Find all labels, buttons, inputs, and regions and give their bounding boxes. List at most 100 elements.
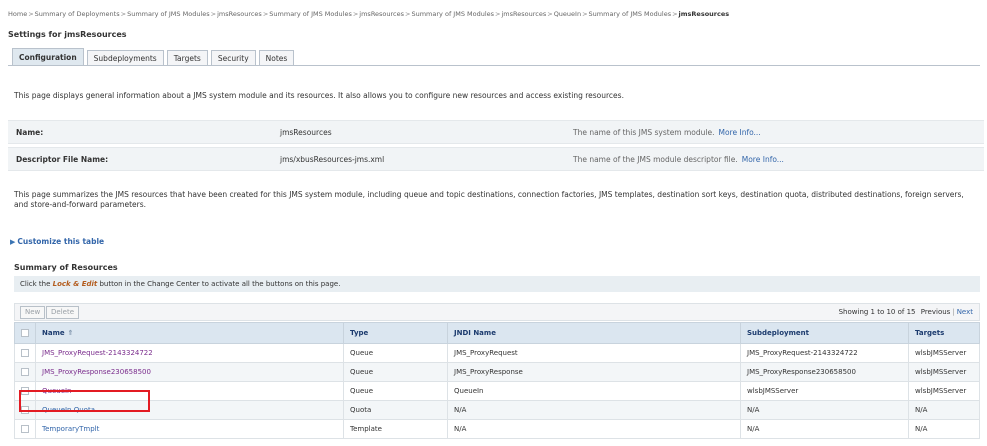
- lock-notice-after: button in the Change Center to activate …: [99, 280, 341, 288]
- row-name-cell: JMS_ProxyResponse230658500: [35, 362, 344, 382]
- customize-table-link[interactable]: ▶ Customize this table: [10, 237, 104, 246]
- resource-name-link[interactable]: TemporaryTmplt: [42, 425, 99, 433]
- descriptor-help-text: The name of the JMS module descriptor fi…: [573, 155, 738, 164]
- resource-name-link[interactable]: JMS_ProxyResponse230658500: [42, 368, 151, 376]
- descriptor-help: The name of the JMS module descriptor fi…: [573, 155, 784, 164]
- paging-status: Showing 1 to 10 of 15: [838, 308, 916, 316]
- info-row-name: Name: jmsResources The name of this JMS …: [8, 120, 984, 144]
- row-jndi-name: N/A: [447, 419, 741, 439]
- name-label: Name:: [16, 128, 44, 137]
- row-select-cell[interactable]: [14, 362, 36, 382]
- page-title: Settings for jmsResources: [8, 30, 127, 39]
- tab-subdeployments[interactable]: Subdeployments: [86, 50, 164, 66]
- breadcrumb-item[interactable]: Home: [8, 10, 27, 18]
- lock-edit-text: Lock & Edit: [52, 280, 98, 288]
- row-checkbox[interactable]: [21, 349, 29, 357]
- paging-separator: |: [952, 308, 955, 316]
- breadcrumb-item[interactable]: QueueIn: [554, 10, 581, 18]
- breadcrumb-item[interactable]: Summary of JMS Modules: [127, 10, 210, 18]
- descriptor-more-info-link[interactable]: More Info...: [742, 155, 784, 164]
- row-type: Template: [343, 419, 448, 439]
- breadcrumb-separator: >: [28, 10, 34, 18]
- select-all-checkbox[interactable]: [21, 329, 29, 337]
- name-more-info-link[interactable]: More Info...: [719, 128, 761, 137]
- row-jndi-name: N/A: [447, 400, 741, 420]
- highlight-annotation: [19, 390, 150, 412]
- breadcrumb-item[interactable]: jmsResources: [502, 10, 547, 18]
- tab-notes[interactable]: Notes: [258, 50, 295, 66]
- previous-link[interactable]: Previous: [921, 308, 951, 316]
- row-subdeployment: N/A: [740, 419, 909, 439]
- breadcrumb-separator: >: [582, 10, 588, 18]
- tab-targets[interactable]: Targets: [166, 50, 208, 66]
- row-checkbox[interactable]: [21, 425, 29, 433]
- breadcrumb-item[interactable]: Summary of JMS Modules: [269, 10, 352, 18]
- row-targets: wlsbJMSServer: [908, 381, 980, 401]
- breadcrumb-separator: >: [120, 10, 127, 18]
- row-type: Queue: [343, 343, 448, 363]
- column-header-targets[interactable]: Targets: [908, 322, 980, 344]
- row-type: Queue: [343, 362, 448, 382]
- row-targets: N/A: [908, 400, 980, 420]
- row-subdeployment: JMS_ProxyRequest-2143324722: [740, 343, 909, 363]
- lock-notice-before: Click the: [20, 280, 51, 288]
- column-header-subdeployment[interactable]: Subdeployment: [740, 322, 909, 344]
- descriptor-label: Descriptor File Name:: [16, 155, 109, 164]
- customize-table-label: Customize this table: [17, 237, 105, 246]
- breadcrumb-separator: >: [495, 10, 501, 18]
- info-row-descriptor: Descriptor File Name: jms/xbusResources-…: [8, 147, 984, 171]
- row-jndi-name: JMS_ProxyRequest: [447, 343, 741, 363]
- breadcrumb-separator: >: [210, 10, 217, 18]
- row-type: Queue: [343, 381, 448, 401]
- row-name-cell: TemporaryTmplt: [35, 419, 344, 439]
- breadcrumb: Home>Summary of Deployments>Summary of J…: [8, 10, 983, 18]
- breadcrumb-item[interactable]: jmsResources: [359, 10, 404, 18]
- table-toolbar: New Delete Showing 1 to 10 of 15 Previou…: [14, 303, 980, 321]
- name-help: The name of this JMS system module. More …: [573, 128, 761, 137]
- sort-ascending-icon[interactable]: ⇑: [68, 329, 74, 337]
- row-type: Quota: [343, 400, 448, 420]
- row-targets: N/A: [908, 419, 980, 439]
- row-checkbox[interactable]: [21, 368, 29, 376]
- tab-security[interactable]: Security: [210, 50, 256, 66]
- table-row: QueueIn.Quota Quota N/A N/A N/A: [14, 400, 980, 420]
- table-row: JMS_ProxyRequest-2143324722 Queue JMS_Pr…: [14, 343, 980, 363]
- row-subdeployment: JMS_ProxyResponse230658500: [740, 362, 909, 382]
- breadcrumb-separator: >: [672, 10, 678, 18]
- row-jndi-name: QueueIn: [447, 381, 741, 401]
- row-jndi-name: JMS_ProxyResponse: [447, 362, 741, 382]
- column-header-name[interactable]: Name ⇑: [35, 322, 344, 344]
- select-all-cell[interactable]: [14, 322, 36, 344]
- breadcrumb-item[interactable]: Summary of JMS Modules: [589, 10, 672, 18]
- row-select-cell[interactable]: [14, 343, 36, 363]
- new-button[interactable]: New: [20, 306, 46, 319]
- row-name-cell: JMS_ProxyRequest-2143324722: [35, 343, 344, 363]
- tab-bar: Configuration Subdeployments Targets Sec…: [12, 46, 297, 66]
- summary-description: This page summarizes the JMS resources t…: [14, 190, 964, 209]
- breadcrumb-separator: >: [352, 10, 359, 18]
- breadcrumb-separator: >: [405, 10, 411, 18]
- table-row: QueueIn Queue QueueIn wlsbJMSServer wlsb…: [14, 381, 980, 401]
- resources-table: Name ⇑ Type JNDI Name Subdeployment Targe…: [14, 322, 980, 439]
- table-row: TemporaryTmplt Template N/A N/A N/A: [14, 419, 980, 439]
- breadcrumb-item[interactable]: Summary of JMS Modules: [411, 10, 494, 18]
- table-row: JMS_ProxyResponse230658500 Queue JMS_Pro…: [14, 362, 980, 382]
- row-subdeployment: N/A: [740, 400, 909, 420]
- row-subdeployment: wlsbJMSServer: [740, 381, 909, 401]
- section-title: Summary of Resources: [14, 263, 118, 272]
- intro-text: This page displays general information a…: [14, 91, 624, 100]
- resource-name-link[interactable]: JMS_ProxyRequest-2143324722: [42, 349, 153, 357]
- row-targets: wlsbJMSServer: [908, 343, 980, 363]
- breadcrumb-separator: >: [547, 10, 553, 18]
- column-header-type[interactable]: Type: [343, 322, 448, 344]
- breadcrumb-item[interactable]: Summary of Deployments: [35, 10, 120, 18]
- breadcrumb-item[interactable]: jmsResources: [217, 10, 262, 18]
- next-link[interactable]: Next: [957, 308, 973, 316]
- breadcrumb-separator: >: [262, 10, 269, 18]
- name-help-text: The name of this JMS system module.: [573, 128, 715, 137]
- delete-button[interactable]: Delete: [46, 306, 79, 319]
- pagination: Showing 1 to 10 of 15 Previous | Next: [839, 308, 973, 316]
- column-header-jndi-name[interactable]: JNDI Name: [447, 322, 741, 344]
- tab-configuration[interactable]: Configuration: [12, 48, 84, 66]
- row-select-cell[interactable]: [14, 419, 36, 439]
